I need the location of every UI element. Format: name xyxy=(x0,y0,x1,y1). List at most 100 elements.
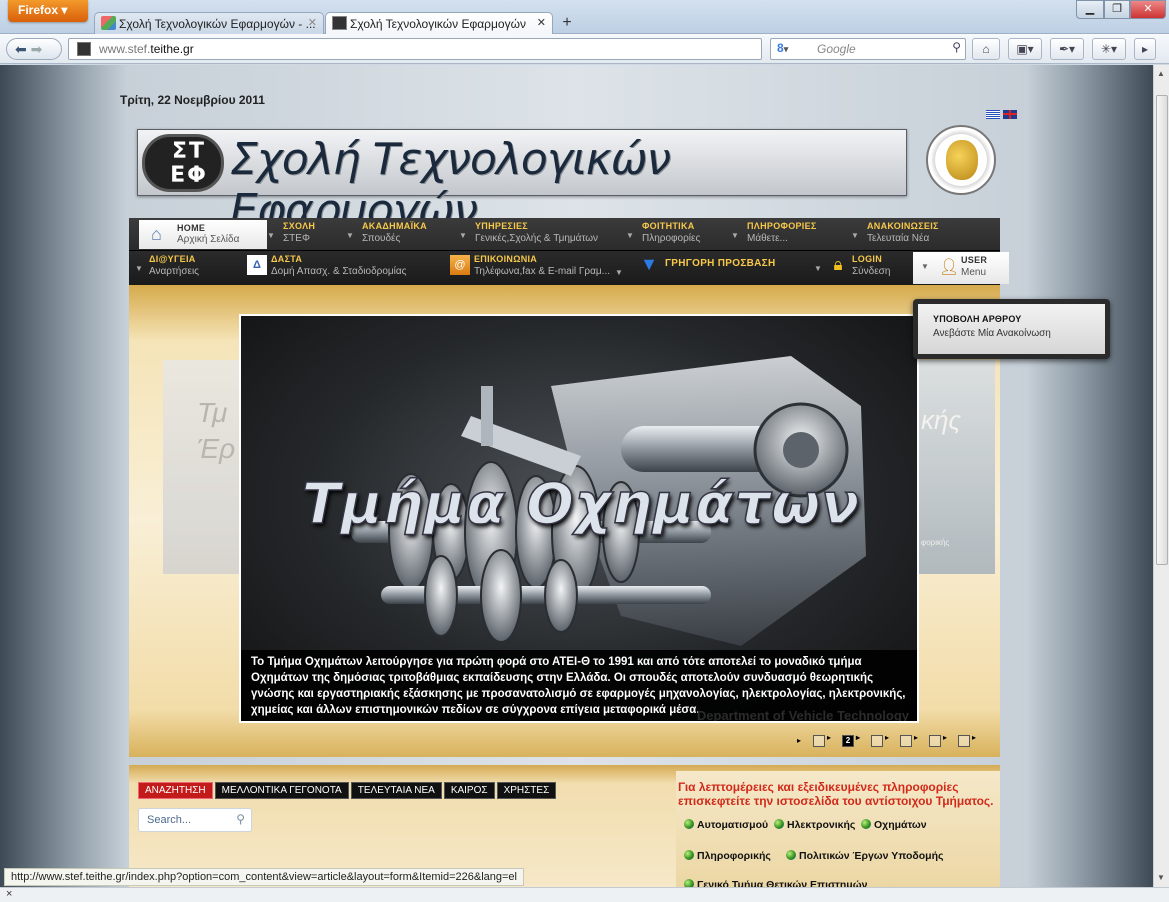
vertical-scrollbar[interactable]: ▲ ▼ xyxy=(1153,65,1169,887)
previous-slide-preview[interactable]: Τμ Έρ xyxy=(163,360,243,574)
pager-dot[interactable] xyxy=(929,733,947,747)
nav-diavgeia[interactable]: ▼ ΔΙ@ΥΓΕΙΑ Αναρτήσεις xyxy=(135,254,199,284)
chevron-down-icon: ▼ xyxy=(459,231,467,240)
link-status-tooltip: http://www.stef.teithe.gr/index.php?opti… xyxy=(4,868,524,886)
forward-icon[interactable]: ➡ xyxy=(31,41,43,57)
search-bar[interactable]: 8▾ Google ⚲ xyxy=(770,38,966,60)
contact-book-icon: @ xyxy=(450,255,470,275)
departments-panel: Για λεπτομέρειες και εξειδικευμένες πληρ… xyxy=(676,771,1000,887)
nav-quick-access[interactable]: ▼ ▼ ΓΡΗΓΟΡΗ ΠΡΟΣΒΑΣΗ xyxy=(615,254,776,288)
user-icon: 👤︎ xyxy=(939,259,960,276)
department-link-civil-works[interactable]: Πολιτικών Έργων Υποδομής xyxy=(786,850,943,862)
nav-user-menu[interactable]: ▼ 👤︎ USER Menu xyxy=(913,252,1009,284)
pager-dot[interactable] xyxy=(900,733,918,747)
department-link-informatics[interactable]: Πληροφορικής xyxy=(684,850,771,862)
school-logo: ΣΤ ΕΦ xyxy=(142,134,224,192)
pager-dot[interactable] xyxy=(813,733,831,747)
tools-button[interactable]: ✳▾ xyxy=(1092,38,1126,60)
current-date: Τρίτη, 22 Νοεμβρίου 2011 xyxy=(120,93,265,107)
globe-icon xyxy=(786,850,796,860)
bookmarks-button[interactable]: ▣▾ xyxy=(1008,38,1042,60)
dropdown-heading[interactable]: ΥΠΟΒΟΛΗ ΑΡΘΡΟΥ xyxy=(933,314,1105,324)
tab-search[interactable]: ΑΝΑΖΗΤΗΣΗ xyxy=(138,782,213,799)
pager-first-icon[interactable]: ▸ xyxy=(797,736,801,745)
department-link-general-sciences[interactable]: Γενικό Τμήμα Θετικών Επιστημών xyxy=(684,879,867,887)
globe-icon xyxy=(774,819,784,829)
tab-weather[interactable]: ΚΑΙΡΟΣ xyxy=(443,782,495,799)
tab-future-events[interactable]: ΜΕΛΛΟΝΤΙΚΑ ΓΕΓΟΝΟΤΑ xyxy=(214,782,349,799)
chevron-down-icon: ▼ xyxy=(267,231,275,240)
search-go-icon[interactable]: ⚲ xyxy=(952,40,961,54)
site-identity-icon[interactable] xyxy=(77,42,91,56)
back-icon[interactable]: ⬅ xyxy=(15,41,27,57)
tab-latest-news[interactable]: ΤΕΛΕΥΤΑΙΑ ΝΕΑ xyxy=(350,782,442,799)
next-slide-preview[interactable]: κής φορικής xyxy=(917,360,995,574)
menu-overflow-button[interactable]: ▸ xyxy=(1134,38,1156,60)
google-engine-icon[interactable]: 8▾ xyxy=(777,41,807,57)
uk-flag-icon[interactable] xyxy=(1003,109,1017,119)
upload-announcement-link[interactable]: Ανεβάστε Μία Ανακοίνωση xyxy=(933,328,1105,339)
nav-home[interactable]: ⌂ HOME Αρχική Σελίδα xyxy=(139,220,267,249)
pager-dot[interactable] xyxy=(958,733,976,747)
site-favicon-icon xyxy=(332,16,347,30)
browser-tab-1[interactable]: Σχολή Τεχνολογικών Εφαρμογών - ... ✕ xyxy=(94,12,324,34)
tab-title: Σχολή Τεχνολογικών Εφαρμογών xyxy=(350,17,526,31)
nav-school[interactable]: ▼ ΣΧΟΛΗ ΣΤΕΦ xyxy=(267,221,315,251)
close-addon-bar-icon[interactable]: × xyxy=(6,888,12,900)
tab-users[interactable]: ΧΡΗΣΤΕΣ xyxy=(496,782,557,799)
chevron-down-icon: ▼ xyxy=(346,231,354,240)
close-window-button[interactable]: ✕ xyxy=(1130,0,1166,19)
page-viewport: Τρίτη, 22 Νοεμβρίου 2011 ΣΤ ΕΦ Σχολή Τεχ… xyxy=(0,65,1153,887)
close-tab-icon[interactable]: ✕ xyxy=(308,16,317,29)
pager-dot-current[interactable]: 2 xyxy=(842,733,860,747)
url-host: teithe.gr xyxy=(150,42,194,56)
slide-image[interactable]: Τμήμα Οχημάτων Το Τμήμα Οχημάτων λειτούρ… xyxy=(239,314,919,723)
globe-icon xyxy=(684,850,694,860)
url-bar[interactable]: www.stef.teithe.gr ★ ▾ C xyxy=(68,38,803,91)
home-button[interactable]: ⌂ xyxy=(972,38,1000,60)
site-banner[interactable]: ΣΤ ΕΦ Σχολή Τεχνολογικών Εφαρμογών xyxy=(137,129,907,236)
nav-information[interactable]: ▼ ΠΛΗΡΟΦΟΡΙΕΣ Μάθετε... xyxy=(731,221,817,251)
addon-button[interactable]: ✒▾ xyxy=(1050,38,1084,60)
new-tab-button[interactable]: + xyxy=(556,14,578,34)
navigation-toolbar: ⬅ ➡ www.stef.teithe.gr ★ ▾ C 8▾ Google ⚲… xyxy=(0,34,1169,91)
chevron-down-icon: ▼ xyxy=(814,264,822,273)
minimize-window-button[interactable]: ▁ xyxy=(1076,0,1104,19)
browser-tab-2[interactable]: Σχολή Τεχνολογικών Εφαρμογών ✕ xyxy=(325,12,553,34)
site-favicon-icon xyxy=(101,16,116,30)
department-link-automation[interactable]: Αυτοματισμού xyxy=(684,819,768,831)
greek-flag-icon[interactable] xyxy=(986,109,1000,119)
department-link-vehicles[interactable]: Οχημάτων xyxy=(861,819,927,831)
chevron-down-icon: ▼ xyxy=(851,231,859,240)
search-icon[interactable]: ⚲ xyxy=(236,812,245,826)
slide-pager: ▸2 xyxy=(797,733,997,749)
slide-title: Τμήμα Οχημάτων xyxy=(301,471,861,538)
chevron-down-icon: ▼ xyxy=(731,231,739,240)
nav-academic[interactable]: ▼ ΑΚΑΔΗΜΑΪΚΑ Σπουδές xyxy=(346,221,427,251)
department-link-electronics[interactable]: Ηλεκτρονικής xyxy=(774,819,855,831)
nav-students[interactable]: ▼ ΦΟΙΤΗΤΙΚΑ Πληροφορίες xyxy=(626,221,700,251)
home-icon: ⌂ xyxy=(151,224,162,244)
browser-statusbar: × xyxy=(0,887,1169,902)
globe-icon xyxy=(684,879,694,887)
nav-dasta[interactable]: Δ ΔΑΣΤΑ Δομή Απασχ. & Σταδιοδρομίας xyxy=(247,254,406,284)
scroll-down-icon[interactable]: ▼ xyxy=(1157,873,1165,882)
nav-contact[interactable]: @ ΕΠΙΚΟΙΝΩΝΙΑ Τηλέφωνα,fax & E-mail Γραμ..… xyxy=(450,254,610,284)
site-search-input[interactable]: Search... ⚲ xyxy=(138,808,252,832)
maximize-window-button[interactable]: ❐ xyxy=(1104,0,1130,19)
close-tab-icon[interactable]: ✕ xyxy=(537,16,546,29)
module-tabs: ΑΝΑΖΗΤΗΣΗ ΜΕΛΛΟΝΤΙΚΑ ΓΕΓΟΝΟΤΑ ΤΕΛΕΥΤΑΙΑ ΝΕ… xyxy=(138,782,558,799)
pager-dot[interactable] xyxy=(871,733,889,747)
chevron-down-icon: ▼ xyxy=(626,231,634,240)
nav-announcements[interactable]: ▼ ΑΝΑΚΟΙΝΩΣΕΙΣ Τελευταία Νέα xyxy=(851,221,939,251)
nav-services[interactable]: ▼ ΥΠΗΡΕΣΙΕΣ Γενικές,Σχολής & Τμημάτων xyxy=(459,221,598,251)
nav-login[interactable]: ▼ 🔒︎ LOGIN Σύνδεση xyxy=(814,254,890,284)
chevron-down-icon: ▼ xyxy=(615,268,623,277)
scroll-up-icon[interactable]: ▲ xyxy=(1157,69,1165,78)
globe-icon xyxy=(861,819,871,829)
scrollbar-thumb[interactable] xyxy=(1156,95,1168,565)
back-forward-buttons[interactable]: ⬅ ➡ xyxy=(6,38,62,60)
user-menu-dropdown: ΥΠΟΒΟΛΗ ΑΡΘΡΟΥ Ανεβάστε Μία Ανακοίνωση xyxy=(913,299,1110,359)
url-prefix: www.stef. xyxy=(99,42,151,56)
firefox-menu-button[interactable]: Firefox ▾ xyxy=(8,0,88,22)
